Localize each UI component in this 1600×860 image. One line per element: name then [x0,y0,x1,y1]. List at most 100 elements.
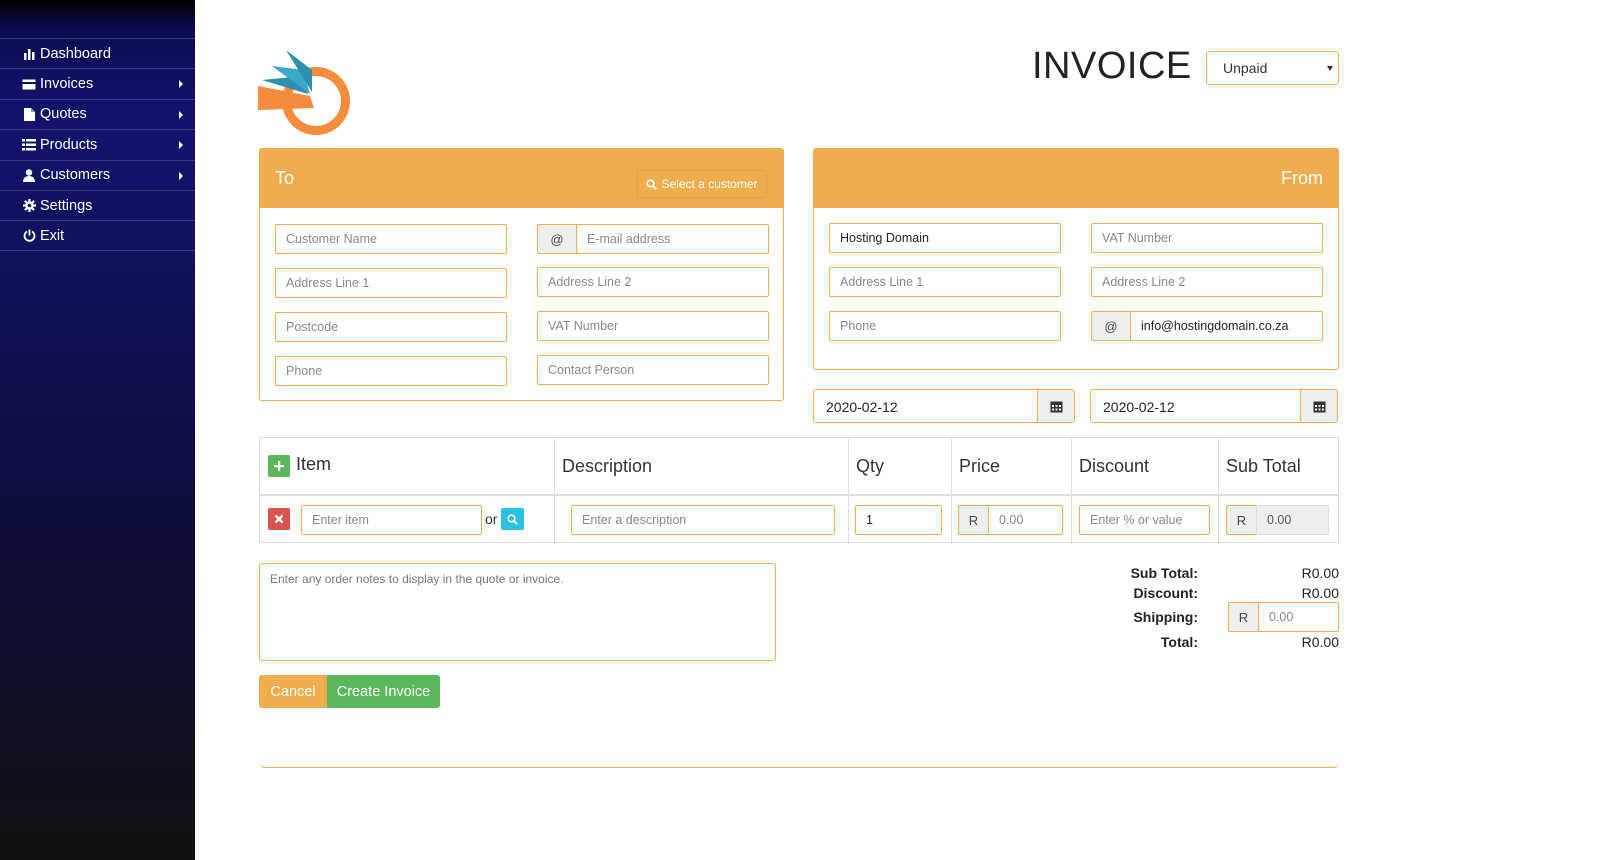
caret-right-icon [179,171,183,180]
select-customer-label: Select a customer [661,177,758,191]
column-header-label: Discount [1079,455,1150,476]
status-select[interactable]: Unpaid [1206,51,1339,85]
sidebar-item-products[interactable]: Products [0,129,195,159]
vat-number-field[interactable]: VAT Number [537,311,769,341]
sidebar-item-label: Quotes [40,106,87,123]
table-row-qty-cell: 1 [848,496,952,544]
email-addon: @ [537,224,577,254]
user-icon [22,168,36,182]
contact-person-field[interactable]: Contact Person [537,355,769,385]
phone-field[interactable]: Phone [275,356,507,386]
sidebar-item-label: Dashboard [40,45,111,62]
close-icon [274,514,284,524]
invoice-date-button[interactable] [1037,389,1075,423]
description-input[interactable]: Enter a description [571,505,835,535]
from-panel-header: From [814,149,1338,208]
to-panel-title: To [275,168,295,188]
column-header-qty: Qty [848,438,952,496]
create-invoice-button[interactable]: Create Invoice [327,675,440,708]
address-line-1-field[interactable]: Address Line 1 [275,268,507,298]
phone-field[interactable]: Phone [829,311,1061,341]
subtotal-readonly: 0.00 [1256,505,1329,535]
table-row-description-cell: Enter a description [554,496,849,544]
vat-number-field[interactable]: VAT Number [1091,223,1323,253]
divider [259,760,1339,768]
due-date-field[interactable]: 2020-02-12 [1090,389,1301,423]
postcode-field[interactable]: Postcode [275,312,507,342]
sidebar-item-customers[interactable]: Customers [0,159,195,190]
column-header-item: Item [260,438,555,496]
sidebar-item-dashboard[interactable]: Dashboard [0,38,195,68]
add-item-button[interactable] [268,455,290,477]
caret-right-icon [179,110,183,119]
qty-input[interactable]: 1 [855,505,942,535]
invoice-date-field[interactable]: 2020-02-12 [813,389,1038,423]
sidebar-item-label: Exit [40,227,65,244]
search-product-button[interactable] [501,508,524,530]
credit-card-icon [22,77,36,91]
gear-icon [22,199,36,213]
currency-addon: R [958,505,989,535]
sidebar-item-label: Customers [40,167,111,184]
status-select-value: Unpaid [1223,60,1268,76]
column-header-discount: Discount [1071,438,1219,496]
email-field[interactable]: info@hostingdomain.co.za [1130,311,1323,341]
table-row-price-cell: R 0.00 [951,496,1072,544]
caret-right-icon [179,80,183,89]
due-date-button[interactable] [1300,389,1338,423]
table-row-discount-cell: Enter % or value [1071,496,1219,544]
calendar-icon [1050,400,1063,413]
caret-right-icon [179,141,183,150]
calendar-icon [1313,400,1326,413]
company-name-field[interactable]: Hosting Domain [829,223,1061,253]
sidebar-item-settings[interactable]: Settings [0,189,195,220]
total-label: Total: [1160,634,1198,650]
email-addon: @ [1091,311,1131,341]
shipping-input[interactable]: 0.00 [1258,602,1339,632]
column-header-label: Description [562,455,653,476]
column-header-label: Sub Total [1226,455,1301,476]
address-line-1-field[interactable]: Address Line 1 [829,267,1061,297]
search-icon [646,178,658,190]
list-icon [22,138,36,152]
subtotal-value: R0.00 [1301,565,1339,581]
email-field[interactable]: E-mail address [576,224,769,254]
bar-chart-icon [22,47,36,61]
subtotal-label: Sub Total: [1130,565,1198,581]
from-panel: From Hosting Domain VAT Number Address L… [813,148,1339,370]
address-line-2-field[interactable]: Address Line 2 [1091,267,1323,297]
column-header-label: Price [959,455,1001,476]
sidebar-item-quotes[interactable]: Quotes [0,98,195,129]
or-label: or [485,511,498,527]
customer-name-field[interactable]: Customer Name [275,224,507,254]
page-title: INVOICE [1032,45,1192,87]
select-customer-button[interactable]: Select a customer [637,170,767,198]
cancel-button[interactable]: Cancel [259,675,327,708]
shipping-currency-addon: R [1228,602,1259,632]
item-input[interactable]: Enter item [301,505,482,535]
items-table: Item Description Qty Price Discount Sub … [259,437,1339,544]
file-icon [22,107,36,121]
sidebar: Dashboard Invoices Quotes Products Custo… [0,0,195,860]
sidebar-nav: Dashboard Invoices Quotes Products Custo… [0,38,195,251]
order-notes-textarea[interactable]: Enter any order notes to display in the … [259,563,776,661]
sidebar-item-label: Settings [40,197,93,214]
remove-item-button[interactable] [268,508,290,530]
from-panel-title: From [1281,168,1323,188]
total-value: R0.00 [1301,634,1339,650]
column-header-description: Description [554,438,849,496]
table-row-subtotal-cell: R 0.00 [1218,496,1338,544]
price-input[interactable]: 0.00 [988,505,1063,535]
column-header-label: Qty [856,455,885,476]
sidebar-item-label: Invoices [40,76,94,93]
discount-value: R0.00 [1301,585,1339,601]
discount-label: Discount: [1133,585,1198,601]
sidebar-item-label: Products [40,136,98,153]
address-line-2-field[interactable]: Address Line 2 [537,267,769,297]
discount-input[interactable]: Enter % or value [1079,505,1210,535]
sidebar-item-invoices[interactable]: Invoices [0,68,195,98]
sidebar-item-exit[interactable]: Exit [0,220,195,251]
column-header-subtotal: Sub Total [1218,438,1338,496]
shipping-label: Shipping: [1133,609,1198,625]
to-panel: To Select a customer Customer Name @ E-m… [259,148,784,401]
